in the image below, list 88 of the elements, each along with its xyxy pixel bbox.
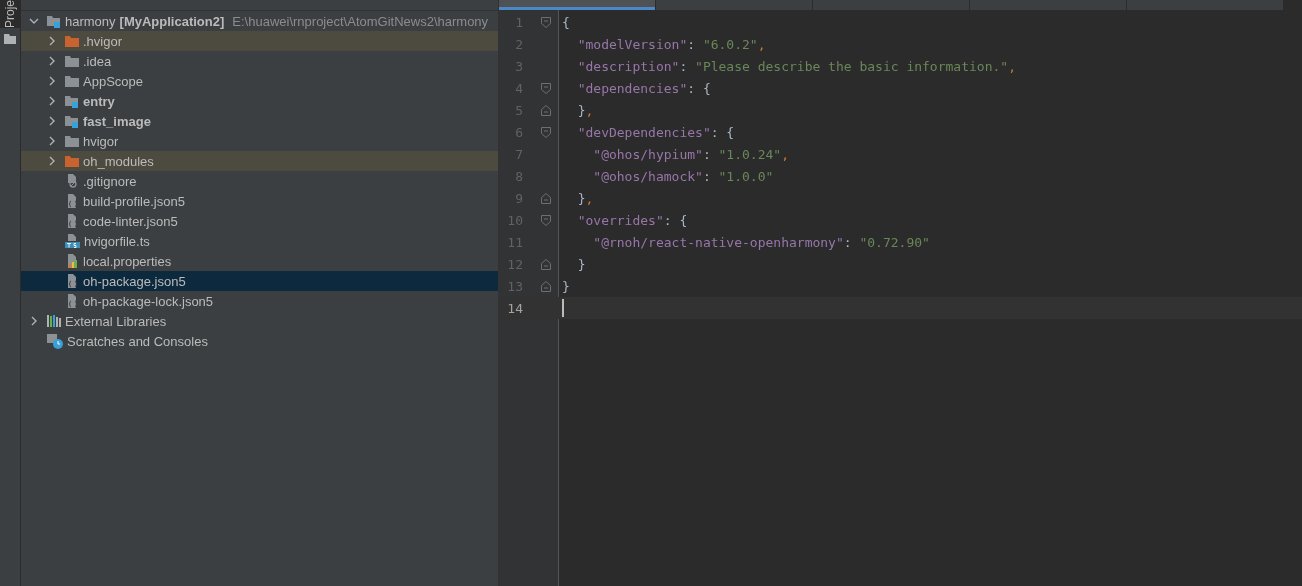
fold-icon[interactable]: [541, 192, 551, 204]
fold-icon[interactable]: [541, 258, 551, 270]
project-tool-tab[interactable]: Proje: [0, 0, 20, 28]
json-file-icon: [65, 294, 79, 308]
chevron-right-icon[interactable]: [47, 116, 57, 126]
item-name: build-profile.json5: [83, 193, 185, 209]
item-name: .gitignore: [83, 173, 137, 189]
tree-item[interactable]: .gitignore: [21, 171, 498, 191]
chevron-down-icon[interactable]: [29, 16, 39, 26]
chevron-right-icon[interactable]: [47, 76, 57, 86]
chevron-right-icon[interactable]: [47, 36, 57, 46]
tree-item[interactable]: harmony [MyApplication2] E:\huawei\rnproject\AtomGitNews2\harmony: [21, 11, 498, 31]
json-file-icon: [65, 274, 79, 288]
code-line: }: [562, 277, 570, 296]
fold-icon[interactable]: [541, 82, 551, 94]
folder-icon: [65, 155, 79, 167]
file-icon: [65, 174, 79, 188]
tree-item[interactable]: oh_modules: [21, 151, 498, 171]
console-clock-icon: [47, 333, 63, 349]
code-line: },: [576, 189, 594, 208]
tree-item[interactable]: AppScope: [21, 71, 498, 91]
module-name: [MyApplication2]: [119, 13, 225, 29]
chevron-right-icon[interactable]: [29, 316, 39, 326]
tree-item[interactable]: Scratches and Consoles: [21, 331, 498, 351]
item-name: AppScope: [83, 73, 143, 89]
item-name: hvigor: [83, 133, 119, 149]
tree-item[interactable]: code-linter.json5: [21, 211, 498, 231]
tree-item[interactable]: entry: [21, 91, 498, 111]
tree-item[interactable]: local.properties: [21, 251, 498, 271]
module-folder-icon: [65, 114, 79, 128]
code-line: "devDependencies": {: [576, 123, 735, 142]
item-name: External Libraries: [65, 313, 167, 329]
item-name: entry: [83, 93, 115, 109]
fold-icon[interactable]: [541, 280, 551, 292]
code-line: "@ohos/hypium": "1.0.24",: [592, 145, 789, 164]
item-name: oh_modules: [83, 153, 154, 169]
tree-item[interactable]: hvigorfile.ts: [21, 231, 498, 251]
item-name: oh-package.json5: [83, 273, 186, 289]
root-name: harmony: [65, 13, 116, 29]
fold-icon[interactable]: [541, 104, 551, 116]
module-folder-icon: [47, 14, 61, 28]
chevron-right-icon[interactable]: [47, 56, 57, 66]
code-line: "@ohos/hamock": "1.0.0": [592, 167, 774, 186]
tree-item[interactable]: .hvigor: [21, 31, 498, 51]
code-line: "dependencies": {: [576, 79, 711, 98]
item-name: fast_image: [83, 113, 151, 129]
json-file-icon: [65, 194, 79, 208]
chevron-right-icon[interactable]: [47, 96, 57, 106]
item-name: .hvigor: [83, 33, 123, 49]
code-line: }: [576, 255, 586, 274]
code-line: "modelVersion": "6.0.2",: [576, 35, 766, 54]
folder-icon: [65, 35, 79, 47]
tree-item[interactable]: oh-package-lock.json5: [21, 291, 498, 311]
ts-file-icon: [65, 234, 80, 248]
libraries-icon: [47, 315, 61, 327]
folder-icon: [65, 55, 79, 67]
item-name: local.properties: [83, 253, 172, 269]
chevron-right-icon[interactable]: [47, 156, 57, 166]
folder-icon[interactable]: [4, 34, 16, 44]
chevron-right-icon[interactable]: [47, 136, 57, 146]
project-path: E:\huawei\rnproject\AtomGitNews2\harmony: [232, 13, 489, 29]
item-name: Scratches and Consoles: [67, 333, 208, 349]
line-number: 14: [506, 300, 523, 316]
tree-item[interactable]: fast_image: [21, 111, 498, 131]
folder-icon: [65, 135, 79, 147]
tree-item[interactable]: .idea: [21, 51, 498, 71]
text-cursor: [562, 299, 564, 317]
tree-item[interactable]: oh-package.json5: [21, 271, 498, 291]
code-line: },: [576, 101, 594, 120]
fold-icon[interactable]: [541, 214, 551, 226]
tree-item[interactable]: hvigor: [21, 131, 498, 151]
item-name: oh-package-lock.json5: [83, 293, 214, 309]
module-folder-icon: [65, 94, 79, 108]
item-name: code-linter.json5: [83, 213, 178, 229]
code-line: "overrides": {: [576, 211, 688, 230]
editor-tab[interactable]: [499, 0, 655, 10]
folder-icon: [65, 75, 79, 87]
item-name: hvigorfile.ts: [84, 233, 150, 249]
tree-item[interactable]: External Libraries: [21, 311, 498, 331]
item-name: .idea: [83, 53, 112, 69]
properties-file-icon: [65, 254, 79, 268]
json-file-icon: [65, 214, 79, 228]
code-line: "@rnoh/react-native-openharmony": "0.72.90": [592, 233, 930, 252]
fold-icon[interactable]: [541, 16, 551, 28]
code-line: "description": "Please describe the basic information.",: [576, 57, 1016, 76]
tree-item[interactable]: build-profile.json5: [21, 191, 498, 211]
code-line: {: [562, 13, 570, 32]
fold-icon[interactable]: [541, 126, 551, 138]
